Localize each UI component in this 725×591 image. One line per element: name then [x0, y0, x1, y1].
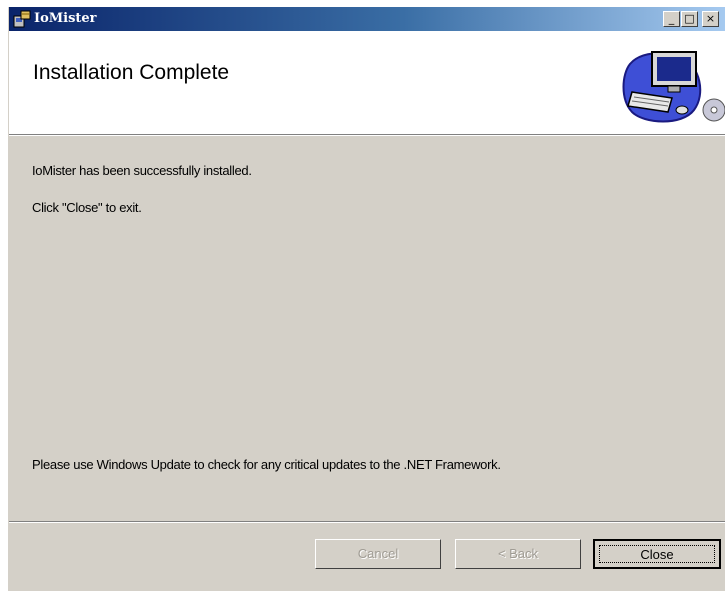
installer-app-icon — [13, 10, 31, 28]
update-notice: Please use Windows Update to check for a… — [32, 457, 501, 472]
footer-divider-highlight — [9, 522, 725, 523]
back-button[interactable]: < Back — [455, 539, 581, 569]
close-button-label: Close — [640, 547, 674, 562]
page-title: Installation Complete — [33, 61, 230, 84]
maximize-button[interactable]: □ — [681, 11, 698, 27]
minimize-button[interactable]: _ — [663, 11, 680, 27]
success-message: IoMister has been successfully installed… — [32, 163, 252, 178]
close-button[interactable]: Close — [593, 539, 721, 569]
wizard-header: Installation Complete — [9, 31, 725, 134]
installer-window: IoMister _ □ × Installation Complete IoM… — [8, 7, 725, 591]
close-window-button[interactable]: × — [702, 11, 719, 27]
header-divider-highlight — [9, 135, 725, 136]
computer-cd-icon — [622, 51, 725, 123]
window-title: IoMister — [34, 11, 97, 26]
title-bar[interactable]: IoMister _ □ × — [9, 7, 725, 31]
cancel-button[interactable]: Cancel — [315, 539, 441, 569]
exit-instruction: Click "Close" to exit. — [32, 200, 142, 215]
